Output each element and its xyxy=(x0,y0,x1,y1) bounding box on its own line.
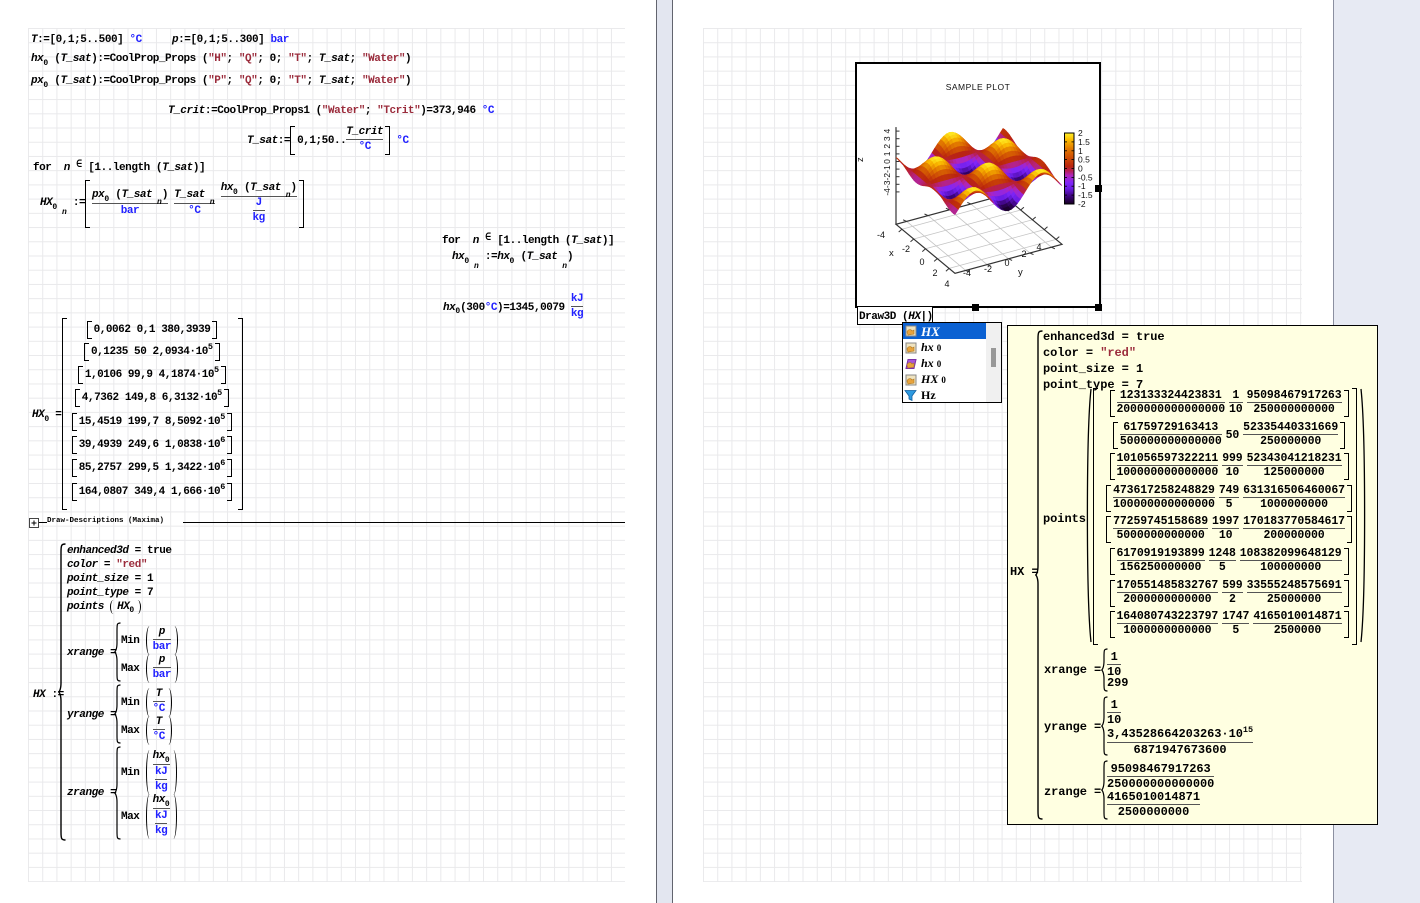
svg-text:-4: -4 xyxy=(963,268,971,278)
svg-text:-2: -2 xyxy=(902,244,910,254)
svg-text:2: 2 xyxy=(882,144,892,149)
svg-text:4: 4 xyxy=(1036,242,1041,252)
svg-text:-2: -2 xyxy=(1078,199,1086,209)
svg-text:0: 0 xyxy=(1004,258,1009,268)
svg-text:y: y xyxy=(1018,267,1023,278)
svg-text:SAMPLE PLOT: SAMPLE PLOT xyxy=(946,82,1011,92)
svg-text:1: 1 xyxy=(882,151,892,156)
svg-text:z: z xyxy=(855,157,866,162)
svg-text:-1: -1 xyxy=(882,165,892,173)
svg-text:2: 2 xyxy=(1021,249,1026,259)
svg-text:x: x xyxy=(889,248,894,259)
svg-text:4: 4 xyxy=(882,128,892,133)
svg-text:0: 0 xyxy=(882,159,892,164)
svg-text:-4: -4 xyxy=(877,230,885,240)
svg-text:4: 4 xyxy=(944,279,949,289)
svg-text:2: 2 xyxy=(932,268,937,278)
svg-text:-2: -2 xyxy=(984,264,992,274)
svg-text:3: 3 xyxy=(882,136,892,141)
svg-text:0: 0 xyxy=(919,257,924,267)
